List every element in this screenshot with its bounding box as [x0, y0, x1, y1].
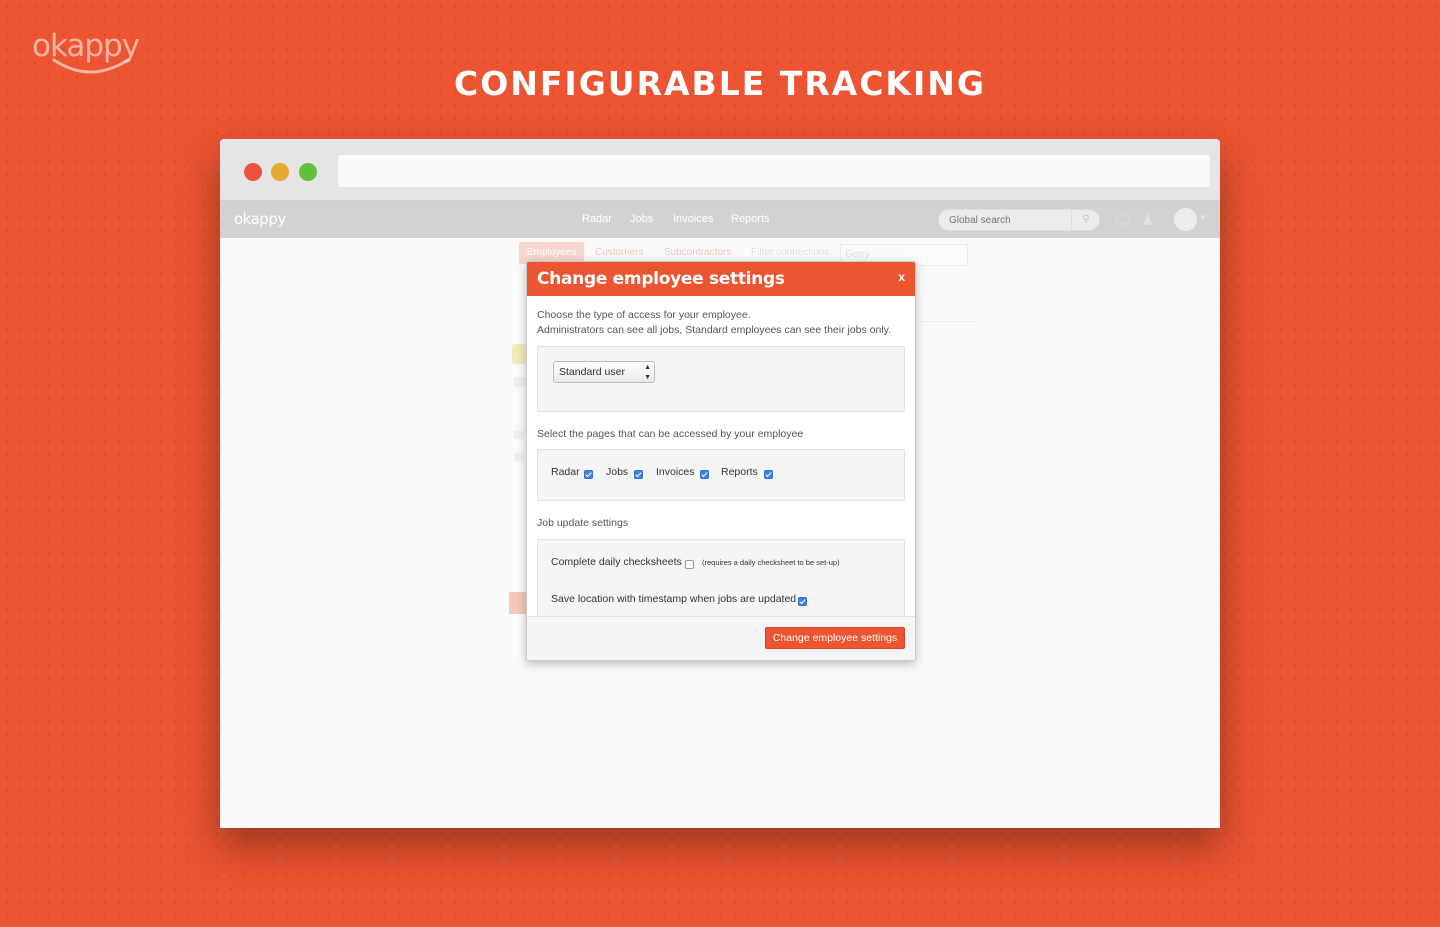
- mail-icon: [514, 431, 524, 439]
- nav-radar[interactable]: Radar: [582, 213, 612, 225]
- page-jobs-checkbox[interactable]: [634, 470, 643, 479]
- modal-header: Change employee settings x: [527, 262, 915, 296]
- intro-text-line2: Administrators can see all jobs, Standar…: [537, 324, 892, 336]
- brand-logo: okappy: [32, 28, 140, 74]
- change-employee-settings-button[interactable]: Change employee settings: [765, 627, 905, 649]
- modal-footer: Change employee settings: [527, 616, 915, 660]
- app-navbar: okappy Radar Jobs Invoices Reports ⚲ 🗨 ♟…: [220, 201, 1220, 238]
- page-reports-checkbox[interactable]: [764, 470, 773, 479]
- browser-window: okappy Radar Jobs Invoices Reports ⚲ 🗨 ♟…: [220, 139, 1220, 828]
- avatar[interactable]: [1174, 208, 1197, 231]
- access-type-panel: Standard user ▲ ▼: [537, 346, 905, 412]
- close-window-dot[interactable]: [244, 163, 262, 181]
- nav-reports[interactable]: Reports: [731, 213, 770, 225]
- employee-settings-modal: Change employee settings x Choose the ty…: [526, 261, 916, 661]
- checksheets-checkbox[interactable]: [685, 560, 694, 569]
- table-header-line: [920, 321, 980, 322]
- access-type-select[interactable]: Standard user ▲ ▼: [553, 361, 655, 383]
- background-action-button[interactable]: [509, 592, 527, 614]
- nav-jobs[interactable]: Jobs: [630, 213, 653, 225]
- page-reports-label: Reports: [721, 466, 758, 478]
- page-jobs-label: Jobs: [606, 466, 629, 478]
- page-radar-label: Radar: [551, 466, 580, 478]
- modal-title: Change employee settings: [537, 269, 785, 289]
- user-add-icon[interactable]: ♟: [1141, 211, 1154, 229]
- browser-chrome: [220, 139, 1220, 201]
- edit-icon: [514, 453, 524, 461]
- location-label: Save location with timestamp when jobs a…: [551, 593, 797, 605]
- chevron-down-icon[interactable]: ▼: [1199, 213, 1207, 222]
- maximize-window-dot[interactable]: [299, 163, 317, 181]
- page-invoices-label: Invoices: [656, 466, 695, 478]
- placeholder-bar: [514, 377, 526, 387]
- nav-invoices[interactable]: Invoices: [673, 213, 713, 225]
- chat-icon[interactable]: 🗨: [1113, 211, 1132, 229]
- location-checkbox[interactable]: [798, 597, 807, 606]
- page-radar-checkbox[interactable]: [584, 470, 593, 479]
- app-logo[interactable]: okappy: [234, 210, 286, 228]
- pages-heading: Select the pages that can be accessed by…: [537, 428, 804, 440]
- page-invoices-checkbox[interactable]: [700, 470, 709, 479]
- pages-panel: Radar Jobs Invoices Reports: [537, 449, 905, 501]
- job-update-heading: Job update settings: [537, 517, 629, 529]
- intro-text-line1: Choose the type of access for your emplo…: [537, 309, 751, 321]
- checksheets-label: Complete daily checksheets: [551, 556, 682, 568]
- employee-initial-placeholder: [512, 344, 526, 364]
- headline: CONFIGURABLE TRACKING: [454, 64, 986, 103]
- access-type-value: Standard user: [559, 366, 625, 378]
- checksheets-note: (requires a daily checksheet to be set-u…: [702, 558, 840, 567]
- address-bar[interactable]: [338, 155, 1210, 187]
- select-arrows-icon: ▲ ▼: [644, 364, 651, 381]
- search-icon[interactable]: ⚲: [1071, 209, 1100, 231]
- close-icon[interactable]: x: [898, 270, 905, 284]
- minimize-window-dot[interactable]: [271, 163, 289, 181]
